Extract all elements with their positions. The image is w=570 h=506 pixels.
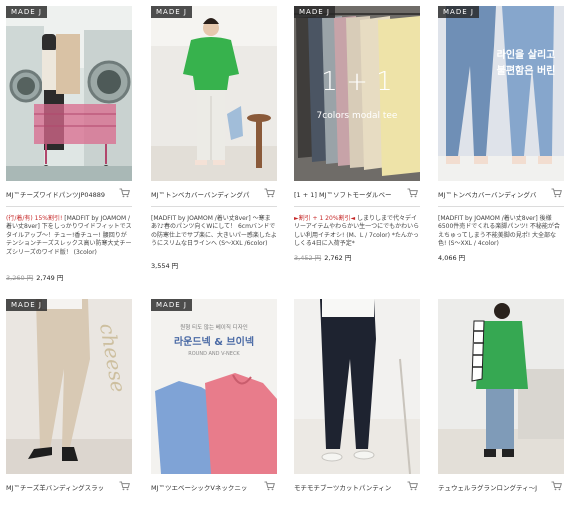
vneck-knit-photo: 원형 티도 않는 베이직 디자인 라운드넥 & 브이넥 ROUND AND V-… xyxy=(151,299,277,474)
shopping-cart-icon[interactable] xyxy=(119,188,130,198)
price-row: 3,452 円 2,762 円 xyxy=(294,252,351,262)
sale-price: 4,066 円 xyxy=(438,254,466,262)
product-card-1[interactable]: MADE J MJ™チーズワイドパンツJP04889 (行/着/有) 15%割引… xyxy=(6,6,132,282)
brand-badge: MADE J xyxy=(151,299,192,311)
svg-text:라운드넥 & 브이넥: 라운드넥 & 브이넥 xyxy=(174,335,254,348)
product-name[interactable]: MJ™トンベカバーバンディングパ xyxy=(151,189,259,199)
product-name-row: [1 + 1] MJ™ソフトモーダルベー xyxy=(294,187,420,201)
product-image[interactable]: 원형 티도 않는 베이직 디자인 라운드넥 & 브이넥 ROUND AND V-… xyxy=(151,299,277,474)
discount-highlight: (行/着/有) 15%割引! xyxy=(6,215,63,222)
denim-jeans-photo: 라인을 살리고 불편함은 버린 xyxy=(438,6,564,181)
original-price: 3,452 円 xyxy=(294,254,322,262)
product-card-4[interactable]: 라인을 살리고 불편함은 버린 MADE J MJ™トンベカバーバンディングバ … xyxy=(438,6,564,262)
product-name-row: MJ™トンベカバーバンディングパ xyxy=(151,187,277,201)
product-card-3[interactable]: 1 + 1 7colors modal tee MADE J [1 + 1] M… xyxy=(294,6,420,262)
svg-text:7colors modal tee: 7colors modal tee xyxy=(317,111,398,121)
shopping-cart-icon[interactable] xyxy=(264,188,275,198)
product-name[interactable]: テュウェルラグランロングティ～J xyxy=(438,482,546,492)
product-name-row: MJ™ツエベーシックVネックニッ xyxy=(151,480,277,494)
original-price: 3,260 円 xyxy=(6,274,34,282)
product-card-6[interactable]: 원형 티도 않는 베이직 디자인 라운드넥 & 브이넥 ROUND AND V-… xyxy=(151,299,277,492)
divider xyxy=(438,206,564,207)
product-image[interactable]: MADE J xyxy=(6,6,132,181)
product-name[interactable]: モチモチブーツカットパンティン xyxy=(294,482,402,492)
brand-badge: MADE J xyxy=(6,6,47,18)
shopping-cart-icon[interactable] xyxy=(407,481,418,491)
price-row: 3,554 円 xyxy=(151,260,178,270)
brand-badge: MADE J xyxy=(151,6,192,18)
product-description: [MADFIT by JOAMOM /着い丈8ver] 後様6500件売ドでくれ… xyxy=(438,215,564,249)
green-sweatshirt-photo xyxy=(151,6,277,181)
product-name[interactable]: MJ™ツエベーシックVネックニッ xyxy=(151,482,259,492)
product-name-row: MJ™チーズ羊バンディングスラッ xyxy=(6,480,132,494)
beige-slacks-photo: cheese xyxy=(6,299,132,474)
price-row: 3,260 円 2,749 円 xyxy=(6,272,63,282)
product-name[interactable]: [1 + 1] MJ™ソフトモーダルベー xyxy=(294,189,402,199)
product-description: (行/着/有) 15%割引! [MADFIT by JOAMOM /着い丈8ve… xyxy=(6,215,132,257)
sale-price: 2,762 円 xyxy=(324,254,352,262)
product-image[interactable]: 1 + 1 7colors modal tee MADE J xyxy=(294,6,420,181)
description-text: [MADFIT by JOAMOM /着い丈8ver] 後様6500件売ドでくれ… xyxy=(438,215,560,248)
laundromat-photo xyxy=(6,6,132,181)
product-card-8[interactable]: テュウェルラグランロングティ～J xyxy=(438,299,564,492)
divider xyxy=(294,206,420,207)
svg-text:1 + 1: 1 + 1 xyxy=(321,67,392,97)
shopping-cart-icon[interactable] xyxy=(551,481,562,491)
product-card-2[interactable]: MADE J MJ™トンベカバーバンディングパ [MADFIT by JOAMO… xyxy=(151,6,277,270)
brand-badge: MADE J xyxy=(294,6,335,18)
brand-badge: MADE J xyxy=(438,6,479,18)
product-name-row: テュウェルラグランロングティ～J xyxy=(438,480,564,494)
sale-price: 2,749 円 xyxy=(36,274,64,282)
product-name-row: MJ™チーズワイドパンツJP04889 xyxy=(6,187,132,201)
bootcut-pants-photo xyxy=(294,299,420,474)
product-name[interactable]: MJ™トンベカバーバンディングバ xyxy=(438,189,546,199)
svg-text:ROUND AND V-NECK: ROUND AND V-NECK xyxy=(188,351,240,357)
shopping-cart-icon[interactable] xyxy=(551,188,562,198)
svg-text:원형 티도 않는 베이직 디자인: 원형 티도 않는 베이직 디자인 xyxy=(180,323,248,331)
svg-text:불편함은 버린: 불편함은 버린 xyxy=(497,64,556,77)
divider xyxy=(151,206,277,207)
divider xyxy=(6,206,132,207)
brand-badge: MADE J xyxy=(6,299,47,311)
product-card-7[interactable]: モチモチブーツカットパンティン xyxy=(294,299,420,492)
product-description: [MADFIT by JOAMOM /着い丈8ver] ～寒まあ?♪春のパンツ向… xyxy=(151,215,277,249)
product-image[interactable] xyxy=(294,299,420,474)
price-row: 4,066 円 xyxy=(438,252,465,262)
discount-highlight: ►割引 + 1 20%割引◄ xyxy=(294,215,356,222)
shopping-cart-icon[interactable] xyxy=(119,481,130,491)
product-name-row: MJ™トンベカバーバンディングバ xyxy=(438,187,564,201)
product-name[interactable]: MJ™チーズ羊バンディングスラッ xyxy=(6,482,114,492)
modal-tee-rack-photo: 1 + 1 7colors modal tee xyxy=(294,6,420,181)
product-name[interactable]: MJ™チーズワイドパンツJP04889 xyxy=(6,189,114,199)
sale-price: 3,554 円 xyxy=(151,262,179,270)
shopping-cart-icon[interactable] xyxy=(264,481,275,491)
raglan-long-tee-photo xyxy=(438,299,564,474)
product-image[interactable]: MADE J xyxy=(151,6,277,181)
product-image[interactable]: 라인을 살리고 불편함은 버린 MADE J xyxy=(438,6,564,181)
description-text: [MADFIT by JOAMOM /着い丈8ver] ～寒まあ?♪春のパンツ向… xyxy=(151,215,277,248)
product-card-5[interactable]: cheese MADE J MJ™チーズ羊バンディングスラッ xyxy=(6,299,132,492)
svg-text:라인을 살리고: 라인을 살리고 xyxy=(497,48,556,61)
shopping-cart-icon[interactable] xyxy=(407,188,418,198)
product-image[interactable] xyxy=(438,299,564,474)
product-description: ►割引 + 1 20%割引◄ しまりしまで代々デイリーアイテムやわらかい生一つに… xyxy=(294,215,420,249)
product-name-row: モチモチブーツカットパンティン xyxy=(294,480,420,494)
product-image[interactable]: cheese MADE J xyxy=(6,299,132,474)
